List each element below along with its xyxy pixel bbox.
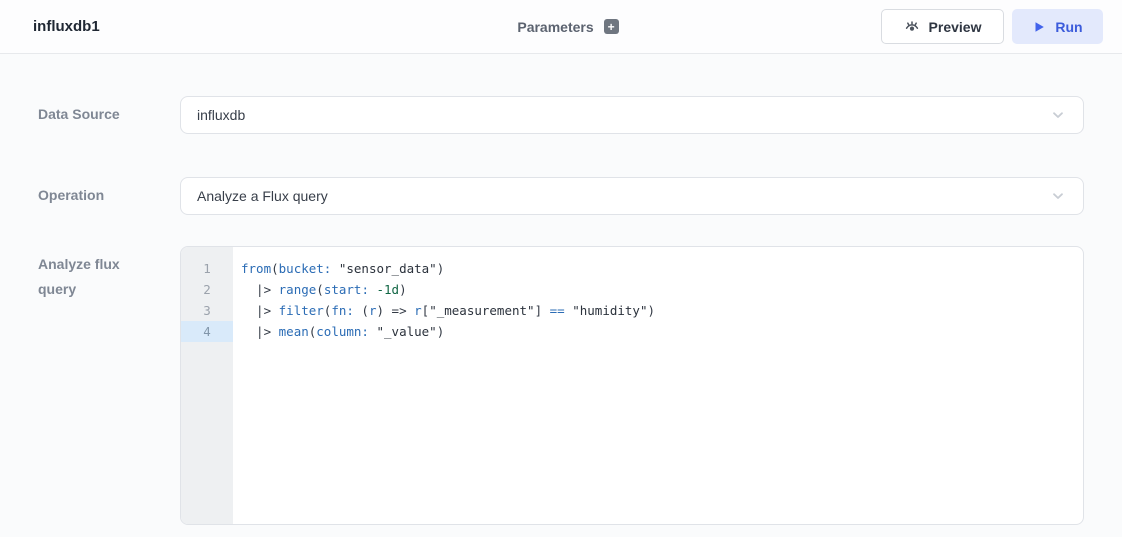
operation-row: Operation Analyze a Flux query bbox=[38, 177, 1084, 215]
data-source-value: influxdb bbox=[197, 107, 245, 123]
flux-query-label: Analyze flux query bbox=[38, 246, 180, 302]
line-number: 2 bbox=[181, 279, 233, 300]
preview-button[interactable]: Preview bbox=[881, 9, 1004, 44]
parameters-panel: Data Source influxdb Operation Analyze a… bbox=[0, 54, 1122, 525]
parameters-label: Parameters bbox=[517, 19, 593, 35]
run-button[interactable]: Run bbox=[1012, 9, 1103, 44]
node-title: influxdb1 bbox=[33, 18, 100, 35]
flux-query-code-editor[interactable]: 1234 from(bucket: "sensor_data") |> rang… bbox=[180, 246, 1084, 525]
operation-value: Analyze a Flux query bbox=[197, 188, 328, 204]
topbar-left: influxdb1 bbox=[33, 18, 517, 35]
add-parameter-button[interactable]: + bbox=[604, 19, 619, 34]
topbar: influxdb1 Parameters + Preview bbox=[0, 0, 1122, 54]
topbar-center: Parameters + bbox=[517, 19, 618, 35]
topbar-right: Preview Run bbox=[619, 9, 1103, 44]
line-number: 3 bbox=[181, 300, 233, 321]
operation-label: Operation bbox=[38, 183, 180, 208]
data-source-select[interactable]: influxdb bbox=[180, 96, 1084, 134]
chevron-down-icon bbox=[1049, 187, 1067, 205]
line-number: 4 bbox=[181, 321, 233, 342]
code-lines[interactable]: from(bucket: "sensor_data") |> range(sta… bbox=[233, 247, 1083, 524]
flux-query-row: Analyze flux query 1234 from(bucket: "se… bbox=[38, 246, 1084, 525]
chevron-down-icon bbox=[1049, 106, 1067, 124]
play-icon bbox=[1032, 20, 1046, 34]
line-number-gutter: 1234 bbox=[181, 247, 233, 524]
data-source-row: Data Source influxdb bbox=[38, 96, 1084, 134]
eye-icon bbox=[904, 19, 920, 35]
plus-icon: + bbox=[608, 21, 615, 33]
code-line[interactable]: |> range(start: -1d) bbox=[241, 279, 1075, 300]
code-line[interactable]: |> filter(fn: (r) => r["_measurement"] =… bbox=[241, 300, 1075, 321]
run-button-label: Run bbox=[1055, 19, 1082, 35]
preview-button-label: Preview bbox=[929, 19, 982, 35]
code-line[interactable]: |> mean(column: "_value") bbox=[241, 321, 1075, 342]
operation-select[interactable]: Analyze a Flux query bbox=[180, 177, 1084, 215]
code-line[interactable]: from(bucket: "sensor_data") bbox=[241, 258, 1075, 279]
data-source-label: Data Source bbox=[38, 102, 180, 127]
line-number: 1 bbox=[181, 258, 233, 279]
